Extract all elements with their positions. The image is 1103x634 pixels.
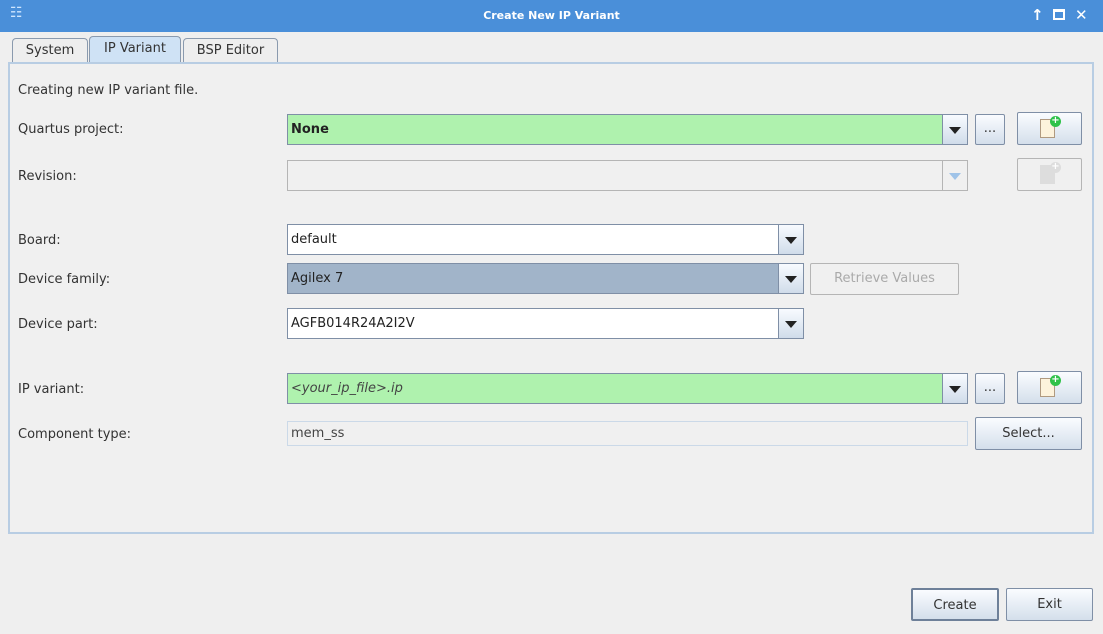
select-component-button[interactable]: Select... [975,417,1082,450]
quartus-project-value: None [291,122,329,137]
browse-project-button[interactable]: ... [975,114,1005,145]
maximize-up-icon[interactable]: ↑ [1031,6,1044,24]
chevron-down-icon[interactable] [942,115,967,144]
maximize-icon[interactable] [1053,9,1065,20]
chevron-down-icon[interactable] [942,374,967,403]
device-part-combo[interactable]: AGFB014R24A2I2V [287,308,804,339]
quartus-project-combo[interactable]: None [287,114,968,145]
revision-combo[interactable] [287,160,968,191]
create-button[interactable]: Create [911,588,999,621]
ip-variant-label: IP variant: [18,382,85,397]
device-family-label: Device family: [18,272,111,287]
device-part-label: Device part: [18,317,98,332]
title-bar: ☷ Create New IP Variant ↑ ✕ [0,0,1103,32]
chevron-down-icon[interactable] [778,264,803,293]
exit-button[interactable]: Exit [1006,588,1093,621]
intro-text: Creating new IP variant file. [18,83,199,98]
ip-variant-combo[interactable]: <your_ip_file>.ip [287,373,968,404]
tab-ip-variant[interactable]: IP Variant [89,36,181,64]
component-type-label: Component type: [18,427,132,442]
device-family-combo[interactable]: Agilex 7 [287,263,804,294]
new-ip-variant-button[interactable]: + [1017,371,1082,404]
chevron-down-icon[interactable] [778,309,803,338]
quartus-project-label: Quartus project: [18,122,124,137]
close-icon[interactable]: ✕ [1075,6,1088,24]
chevron-down-icon [942,161,967,190]
new-project-button[interactable]: + [1017,112,1082,145]
retrieve-values-button[interactable]: Retrieve Values [810,263,959,295]
board-label: Board: [18,233,61,248]
tab-system[interactable]: System [12,38,88,63]
tab-bsp-editor[interactable]: BSP Editor [183,38,278,63]
board-combo[interactable]: default [287,224,804,255]
component-type-field: mem_ss [287,421,968,446]
window-title: Create New IP Variant [483,9,620,22]
browse-ip-variant-button[interactable]: ... [975,373,1005,404]
revision-label: Revision: [18,169,77,184]
new-revision-button[interactable]: + [1017,158,1082,191]
chevron-down-icon[interactable] [778,225,803,254]
